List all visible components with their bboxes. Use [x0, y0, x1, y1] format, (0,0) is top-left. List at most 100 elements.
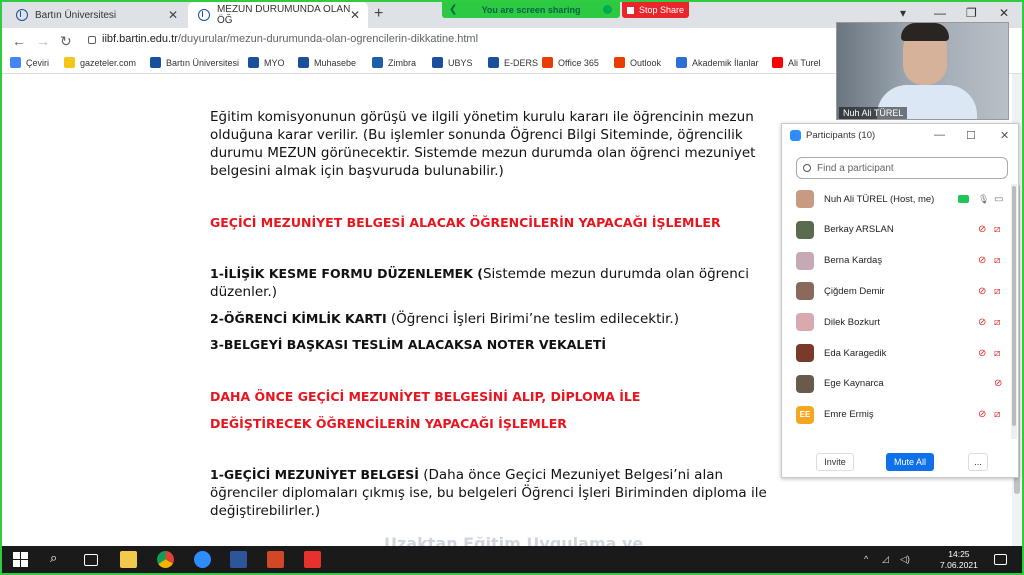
- participant-name: Ege Kaynarca: [824, 378, 884, 390]
- stop-icon: [626, 6, 634, 14]
- taskbar: ⌕ ^ ◿ ◁) 14:25 7.06.2021: [2, 546, 1022, 573]
- mic-icon[interactable]: 🎙: [978, 194, 989, 205]
- network-icon[interactable]: ◿: [882, 554, 889, 565]
- avatar: [796, 251, 814, 270]
- forward-icon[interactable]: →: [36, 33, 50, 49]
- participant-row[interactable]: Berkay ARSLAN ⊘ ⧄: [782, 215, 1010, 245]
- camera-off-icon: ⧄: [994, 409, 1001, 421]
- close-panel-button[interactable]: ✕: [1000, 129, 1009, 142]
- camera-off-icon: ⧄: [994, 224, 1001, 236]
- participant-scrollbar-thumb[interactable]: [1012, 186, 1016, 426]
- invite-button[interactable]: Invite: [816, 453, 854, 471]
- search-icon[interactable]: ⌕: [50, 550, 67, 567]
- close-window-button[interactable]: ✕: [999, 6, 1009, 20]
- restore-button[interactable]: ❐: [966, 6, 977, 20]
- avatar: [796, 220, 814, 239]
- camera-off-icon: ⧄: [994, 285, 1001, 297]
- back-icon[interactable]: ←: [12, 33, 26, 49]
- maximize-button[interactable]: ☐: [966, 129, 976, 142]
- bookmark-e-ders[interactable]: E-DERS: [488, 57, 538, 68]
- file-explorer-icon[interactable]: [120, 551, 137, 568]
- section-heading: DAHA ÖNCE GEÇİCİ MEZUNİYET BELGESİNİ ALI…: [210, 389, 641, 404]
- mic-muted-icon: ⊘: [978, 285, 987, 297]
- tab-title: MEZUN DURUMUNDA OLAN ÖĞ: [216, 4, 351, 26]
- step-item: 2-ÖĞRENCİ KİMLİK KARTI (Öğrenci İşleri B…: [210, 310, 790, 328]
- chrome-icon[interactable]: [157, 551, 174, 568]
- minimize-button[interactable]: —: [934, 6, 946, 20]
- reload-icon[interactable]: ↻: [60, 33, 72, 50]
- bookmark-label: Bartın Üniversitesi: [166, 57, 240, 68]
- word-icon[interactable]: [230, 551, 247, 568]
- bookmark-muhasebe[interactable]: Muhasebe: [298, 57, 356, 68]
- participant-row[interactable]: Berna Kardaş ⊘ ⧄: [782, 246, 1010, 276]
- sharing-icon: ❮: [449, 4, 458, 15]
- new-tab-button[interactable]: +: [374, 5, 383, 23]
- bookmark-çeviri[interactable]: Çeviri: [10, 57, 49, 68]
- bookmark-akademik-i-lanlar[interactable]: Akademik İlanlar: [676, 57, 759, 68]
- lock-icon[interactable]: [88, 36, 96, 44]
- panel-footer: Invite Mute All ...: [782, 444, 1018, 478]
- bookmark-zimbra[interactable]: Zimbra: [372, 57, 416, 68]
- bookmark-outlook[interactable]: Outlook: [614, 57, 661, 68]
- bookmark-myo[interactable]: MYO: [248, 57, 285, 68]
- screen-share-icon: [958, 195, 969, 203]
- bookmark-bartın-üniversitesi[interactable]: Bartın Üniversitesi: [150, 57, 239, 68]
- url-field[interactable]: iibf.bartin.edu.tr/duyurular/mezun-durum…: [102, 33, 478, 45]
- notifications-icon[interactable]: [994, 554, 1007, 565]
- participant-row[interactable]: Dilek Bozkurt ⊘ ⧄: [782, 307, 1010, 337]
- youtube-icon: [772, 57, 783, 68]
- mute-all-button[interactable]: Mute All: [886, 453, 934, 471]
- step-bold: 1-İLİŞİK KESME FORMU DÜZENLEMEK (: [210, 266, 483, 281]
- zimbra-icon: [372, 57, 383, 68]
- participant-row[interactable]: Çiğdem Demir ⊘ ⧄: [782, 276, 1010, 306]
- chevron-up-icon[interactable]: ^: [864, 554, 868, 564]
- minimize-button[interactable]: —: [934, 129, 945, 141]
- camera-off-icon: ⧄: [994, 255, 1001, 267]
- self-video[interactable]: Nuh Ali TÜREL: [836, 22, 1009, 120]
- url-host: iibf.bartin.edu.tr: [102, 33, 178, 45]
- bookmark-label: E-DERS: [504, 57, 539, 68]
- zoom-icon: [790, 130, 801, 141]
- participant-name: Berkay ARSLAN: [824, 224, 894, 236]
- participant-name: Nuh Ali TÜREL (Host, me): [824, 193, 935, 205]
- screen-sharing-banner: ❮ You are screen sharing: [442, 2, 620, 18]
- university-icon: [488, 57, 499, 68]
- tab-mezun[interactable]: MEZUN DURUMUNDA OLAN ÖĞ ✕: [188, 2, 368, 28]
- bookmark-office-365[interactable]: Office 365: [542, 57, 599, 68]
- university-icon: [150, 57, 161, 68]
- bookmark-ubys[interactable]: UBYS: [432, 57, 473, 68]
- windows-start-icon[interactable]: [12, 551, 29, 568]
- volume-icon[interactable]: ◁): [900, 554, 910, 565]
- clock[interactable]: 14:25 7.06.2021: [940, 549, 978, 571]
- tab-bartin[interactable]: Bartın Üniversitesi ✕: [6, 2, 186, 28]
- bookmark-label: gazeteler.com: [80, 57, 137, 68]
- camera-icon[interactable]: ▭: [994, 194, 1003, 205]
- stop-share-button[interactable]: Stop Share: [622, 2, 689, 18]
- step-text: (Öğrenci İşleri Birimi’ne teslim edilece…: [386, 311, 679, 327]
- more-button[interactable]: ...: [968, 453, 988, 471]
- bookmark-ali-turel[interactable]: Ali Turel: [772, 57, 821, 68]
- mic-muted-icon: ⊘: [978, 347, 987, 359]
- close-icon[interactable]: ✕: [350, 8, 360, 22]
- participant-search-input[interactable]: Find a participant: [796, 157, 1008, 179]
- shield-icon: [603, 5, 612, 14]
- acrobat-icon[interactable]: [304, 551, 321, 568]
- bookmark-label: MYO: [264, 57, 285, 68]
- avatar: [796, 344, 814, 362]
- close-icon[interactable]: ✕: [168, 8, 178, 22]
- participant-row[interactable]: Nuh Ali TÜREL (Host, me) 🎙 ▭: [782, 184, 1010, 214]
- powerpoint-icon[interactable]: [267, 551, 284, 568]
- tab-search-icon[interactable]: ▾: [900, 6, 906, 20]
- step-bold: 2-ÖĞRENCİ KİMLİK KARTI: [210, 311, 387, 326]
- bookmark-label: Outlook: [630, 57, 662, 68]
- university-icon: [432, 57, 443, 68]
- participant-row[interactable]: Eda Karagedik ⊘ ⧄: [782, 338, 1010, 368]
- bookmark-gazeteler-com[interactable]: gazeteler.com: [64, 57, 136, 68]
- task-view-icon[interactable]: [84, 554, 98, 566]
- bookmark-label: UBYS: [448, 57, 473, 68]
- zoom-icon[interactable]: [194, 551, 211, 568]
- participant-row[interactable]: Ege Kaynarca ⊘: [782, 369, 1010, 399]
- participant-row[interactable]: EE Emre Ermiş ⊘ ⧄: [782, 400, 1010, 430]
- step-item: 3-BELGEYİ BAŞKASI TESLİM ALACAKSA NOTER …: [210, 336, 790, 354]
- video-name-label: Nuh Ali TÜREL: [839, 107, 908, 119]
